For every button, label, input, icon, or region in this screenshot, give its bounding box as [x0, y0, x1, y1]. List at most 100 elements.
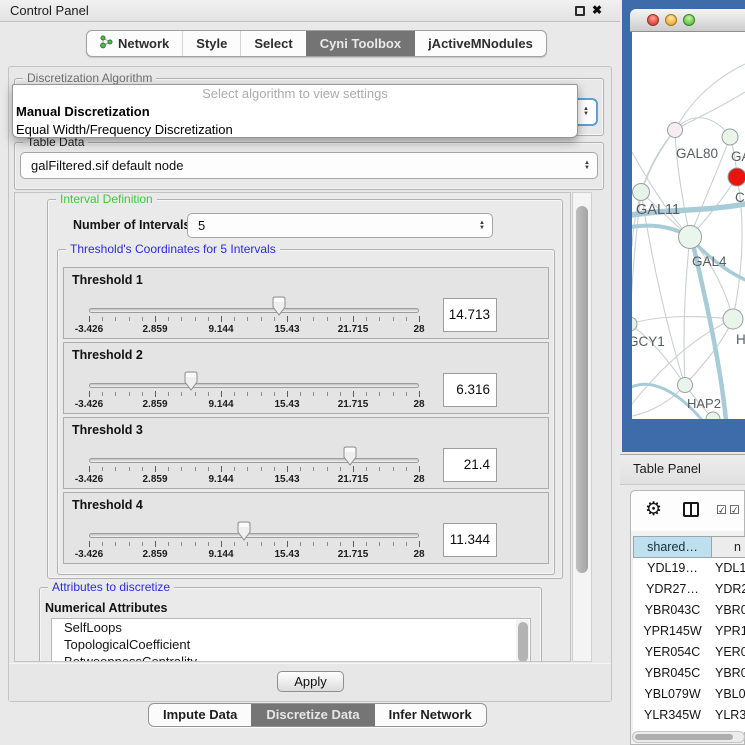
threshold-value-field[interactable]: 11.344 [443, 523, 497, 557]
threshold-panel-1: Threshold 1-3.4262.8599.14415.4321.71528… [63, 267, 549, 339]
slider-tick [221, 466, 222, 472]
threshold-slider-track[interactable] [89, 458, 419, 463]
slider-tick [142, 542, 143, 546]
slider-tick [406, 317, 407, 321]
tab-jactivemnodules[interactable]: jActiveMNodules [414, 31, 546, 56]
threshold-slider-thumb[interactable] [183, 371, 199, 391]
dropdown-item-manual-discretization[interactable]: Manual Discretization [13, 103, 577, 121]
slider-tick [261, 317, 262, 321]
network-edge [641, 192, 685, 385]
table-cell: YPR1 [712, 621, 745, 642]
close-icon[interactable]: ✖ [592, 3, 602, 17]
attribute-item-betweennesscentrality[interactable]: BetweennessCentrality [52, 653, 530, 662]
threshold-slider-thumb[interactable] [271, 296, 287, 316]
tab-select[interactable]: Select [240, 31, 305, 56]
threshold-slider-thumb[interactable] [342, 446, 358, 466]
slider-tick [261, 467, 262, 471]
node-table[interactable]: shared…nYDL19…YDL1YDR27…YDR2YBR043CYBR0Y… [633, 536, 745, 732]
tab-network[interactable]: Network [87, 31, 182, 56]
gear-icon[interactable] [645, 497, 662, 523]
attribute-item-selfloops[interactable]: SelfLoops [52, 619, 530, 636]
mac-zoom-icon[interactable] [683, 14, 695, 26]
threshold-slider-track[interactable] [89, 308, 419, 313]
slider-tick [234, 317, 235, 321]
column-header-2[interactable]: n [712, 536, 745, 558]
table-panel-toolbar [631, 491, 744, 531]
tab-impute-data[interactable]: Impute Data [149, 704, 251, 726]
column-header-1[interactable]: shared… [633, 536, 712, 558]
control-panel-tab-bar: NetworkStyleSelectCyni ToolboxjActiveMNo… [86, 30, 547, 57]
network-node[interactable] [723, 309, 743, 329]
control-panel-scrollbar-thumb[interactable] [576, 206, 588, 573]
tab-cyni-toolbox[interactable]: Cyni Toolbox [306, 31, 414, 56]
float-window-icon[interactable] [575, 6, 585, 16]
dropdown-placeholder-item[interactable]: Select algorithm to view settings [13, 85, 577, 103]
network-node[interactable] [678, 378, 693, 393]
slider-tick [142, 467, 143, 471]
attributes-scrollbar-thumb[interactable] [518, 622, 528, 662]
threshold-slider-track[interactable] [89, 533, 419, 538]
control-panel-scrollbar[interactable] [572, 192, 592, 662]
table-cell: YDL1 [712, 558, 745, 579]
table-data-combobox-value: galFiltered.sif default node [21, 153, 597, 178]
table-row[interactable]: YER054CYER0 [633, 642, 745, 663]
threshold-slider-track[interactable] [89, 383, 419, 388]
mac-close-icon[interactable] [647, 14, 659, 26]
network-graph[interactable]: GAL80GALCGAL11GAL4GCY1HHAP2 [632, 32, 745, 419]
table-data-combobox[interactable]: galFiltered.sif default node [20, 152, 598, 179]
table-row[interactable]: YDL19…YDL1 [633, 558, 745, 579]
tab-infer-network[interactable]: Infer Network [374, 704, 486, 726]
attribute-item-topologicalcoefficient[interactable]: TopologicalCoefficient [52, 636, 530, 653]
table-cell: YER0 [712, 642, 745, 663]
network-window-titlebar[interactable] [630, 9, 745, 32]
threshold-label: Threshold 2 [72, 348, 143, 362]
table-row[interactable]: YBL079WYBL0 [633, 684, 745, 705]
slider-tick [327, 392, 328, 396]
dropdown-item-equal-width-frequency-discretization[interactable]: Equal Width/Frequency Discretization [13, 121, 577, 139]
split-columns-icon[interactable] [683, 502, 699, 517]
number-of-intervals-combobox[interactable]: 5 [187, 213, 493, 238]
slider-tick [327, 467, 328, 471]
slider-tick [300, 467, 301, 471]
table-cell: YBR045C [633, 663, 712, 684]
table-row[interactable]: YDR27…YDR2 [633, 579, 745, 600]
tab-style[interactable]: Style [182, 31, 240, 56]
table-horizontal-scrollbar[interactable] [632, 731, 745, 743]
table-row[interactable]: YPR145WYPR1 [633, 621, 745, 642]
table-horizontal-scrollbar-thumb[interactable] [635, 734, 733, 740]
table-cell: YPR145W [633, 621, 712, 642]
threshold-value-field[interactable]: 6.316 [443, 373, 497, 407]
network-node[interactable] [679, 226, 702, 249]
slider-tick [340, 467, 341, 471]
network-edge [675, 92, 745, 130]
slider-tick [142, 317, 143, 321]
apply-button[interactable]: Apply [277, 671, 344, 692]
interval-definition-group-title: Interval Definition [56, 192, 157, 207]
mac-minimize-icon[interactable] [665, 14, 677, 26]
checkbox-icon[interactable] [729, 500, 740, 520]
slider-tick [340, 542, 341, 546]
network-node[interactable] [728, 168, 745, 186]
slider-tick [300, 317, 301, 321]
table-row[interactable]: YBR043CYBR0 [633, 600, 745, 621]
slider-tick [195, 542, 196, 546]
checkbox-icon[interactable] [716, 500, 727, 520]
network-node[interactable] [722, 129, 738, 145]
network-edge [684, 237, 690, 385]
network-node[interactable] [633, 184, 650, 201]
network-edge [641, 130, 675, 192]
table-row[interactable]: YLR345WYLR3 [633, 705, 745, 726]
threshold-value-field[interactable]: 14.713 [443, 298, 497, 332]
slider-tick [221, 391, 222, 397]
network-canvas[interactable]: GAL80GALCGAL11GAL4GCY1HHAP2 [632, 32, 745, 419]
numerical-attributes-label: Numerical Attributes [45, 601, 167, 615]
threshold-value-field[interactable]: 21.4 [443, 448, 497, 482]
threshold-slider-thumb[interactable] [236, 521, 252, 541]
slider-tick [313, 467, 314, 471]
network-node-label: GAL11 [636, 202, 680, 218]
table-cell: YLR345W [633, 705, 712, 726]
tab-discretize-data[interactable]: Discretize Data [251, 704, 373, 726]
table-row[interactable]: YBR045CYBR0 [633, 663, 745, 684]
network-node[interactable] [668, 123, 683, 138]
attributes-scrollbar[interactable] [516, 620, 529, 662]
